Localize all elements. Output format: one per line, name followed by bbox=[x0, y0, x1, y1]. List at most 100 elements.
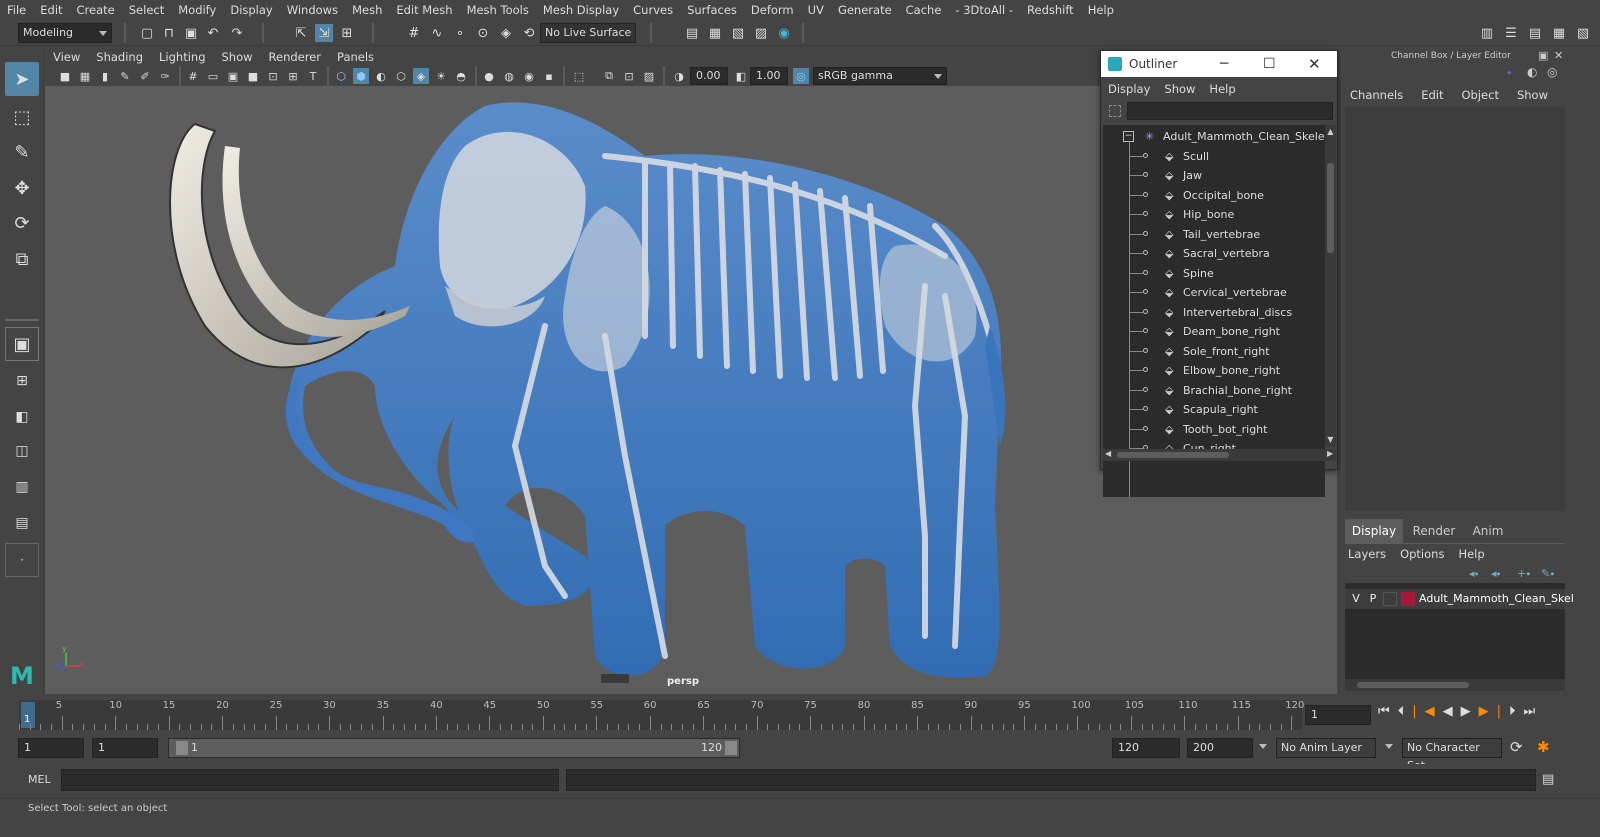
outliner-item[interactable]: ⬙ Jaw bbox=[1103, 166, 1325, 186]
layer-playback-toggle[interactable]: P bbox=[1366, 592, 1380, 605]
lights-icon[interactable]: ☀ bbox=[433, 68, 449, 84]
script-editor-icon[interactable]: ▤ bbox=[1542, 772, 1554, 787]
xray-icon[interactable]: ◈ bbox=[413, 68, 429, 84]
menu-windows[interactable]: Windows bbox=[280, 0, 345, 20]
outliner-item[interactable]: ⬙ Occipital_bone bbox=[1103, 186, 1325, 206]
wireframe-on-shaded-icon[interactable]: ⬡ bbox=[393, 68, 409, 84]
motion-blur-icon[interactable]: ◍ bbox=[501, 68, 517, 84]
render-frame-icon[interactable]: ▦ bbox=[706, 24, 724, 42]
scroll-left-icon[interactable]: ◀ bbox=[1105, 449, 1111, 458]
hypershade-icon[interactable]: ◉ bbox=[775, 24, 793, 42]
lasso-tool-icon[interactable]: ⬚ bbox=[5, 100, 39, 134]
outliner-item[interactable]: ⬙ Intervertebral_discs bbox=[1103, 303, 1325, 323]
layout-icon[interactable]: ▧ bbox=[1574, 24, 1592, 42]
float-icon[interactable]: ▣ bbox=[1538, 49, 1548, 62]
live-surface-field[interactable]: No Live Surface bbox=[540, 23, 636, 43]
outliner-item[interactable]: ⬙ Scull bbox=[1103, 147, 1325, 167]
gate-mask-icon[interactable]: ■ bbox=[245, 68, 261, 84]
colorspace-dropdown[interactable]: sRGB gamma bbox=[813, 67, 947, 85]
end-time-field[interactable]: 200 bbox=[1187, 738, 1253, 758]
chevron-down-icon[interactable] bbox=[1385, 744, 1393, 749]
render-settings-icon[interactable]: ▤ bbox=[683, 24, 701, 42]
start-time-field[interactable]: 1 bbox=[18, 738, 84, 758]
viewport-menu-lighting[interactable]: Lighting bbox=[151, 50, 213, 64]
outliner-item[interactable]: ⬙ Hip_bone bbox=[1103, 205, 1325, 225]
layer-color-swatch[interactable] bbox=[1401, 592, 1415, 606]
scale-tool-icon[interactable]: ⧉ bbox=[5, 242, 39, 276]
close-panel-icon[interactable]: ✕ bbox=[1554, 49, 1563, 62]
menu-uv[interactable]: UV bbox=[801, 0, 831, 20]
outliner-item[interactable]: ⬙ Sole_front_right bbox=[1103, 342, 1325, 362]
new-layer-icon[interactable]: +⬩ bbox=[1517, 567, 1530, 581]
maximize-icon[interactable]: ☐ bbox=[1263, 51, 1276, 77]
live-surface-icon[interactable]: ⟲ bbox=[520, 24, 538, 42]
ipr-render-icon[interactable]: ▧ bbox=[729, 24, 747, 42]
scroll-thumb[interactable] bbox=[1327, 163, 1334, 253]
viewport-menu-view[interactable]: View bbox=[45, 50, 88, 64]
step-forward-key-icon[interactable]: ⏵ bbox=[1509, 704, 1524, 719]
outliner-vertical-scrollbar[interactable]: ▲ ▼ bbox=[1325, 125, 1336, 447]
playback-start-field[interactable]: 1 bbox=[92, 738, 158, 758]
go-to-end-icon[interactable]: ⏭ bbox=[1523, 704, 1543, 719]
range-start-handle[interactable] bbox=[176, 741, 188, 755]
viewport-menu-renderer[interactable]: Renderer bbox=[261, 50, 330, 64]
menu-modify[interactable]: Modify bbox=[171, 0, 223, 20]
camera-attr-icon[interactable]: ▦ bbox=[77, 68, 93, 84]
layer-hscrollbar[interactable] bbox=[1345, 679, 1565, 691]
rotate-tool-icon[interactable]: ⟳ bbox=[5, 206, 39, 240]
filter-icon[interactable] bbox=[1109, 105, 1121, 117]
character-set-dropdown[interactable]: No Character Set bbox=[1402, 738, 1502, 772]
outliner-item[interactable]: ⬙ Deam_bone_right bbox=[1103, 322, 1325, 342]
safe-action-icon[interactable]: ⊞ bbox=[285, 68, 301, 84]
cmd-language-label[interactable]: MEL bbox=[28, 773, 51, 786]
camera-icon[interactable]: ■ bbox=[57, 68, 73, 84]
menu-3dtoall[interactable]: - 3DtoAll - bbox=[948, 0, 1020, 20]
channel-icon[interactable]: ⬩ bbox=[1507, 65, 1511, 80]
outliner-item[interactable]: ⬙ Sacral_vertebra bbox=[1103, 244, 1325, 264]
channel-icon[interactable]: ◐ bbox=[1527, 65, 1537, 79]
outliner-menu-display[interactable]: Display bbox=[1101, 82, 1157, 96]
gamma-icon[interactable]: ◧ bbox=[733, 68, 749, 84]
persp-uv-icon[interactable]: ▤ bbox=[5, 506, 39, 540]
tab-render[interactable]: Render bbox=[1405, 519, 1463, 543]
outliner-item[interactable]: ⬙ Scapula_right bbox=[1103, 400, 1325, 420]
layout-icon[interactable]: ▥ bbox=[1478, 24, 1496, 42]
step-back-key-icon[interactable]: ⏴ bbox=[1398, 704, 1413, 719]
menuset-dropdown[interactable]: Modeling bbox=[18, 23, 112, 43]
channelbox-menu-edit[interactable]: Edit bbox=[1412, 88, 1452, 102]
channelbox-menu-show[interactable]: Show bbox=[1508, 88, 1557, 102]
playback-end-field[interactable]: 120 bbox=[1112, 738, 1180, 758]
range-end-handle[interactable] bbox=[725, 741, 737, 755]
close-icon[interactable]: ✕ bbox=[1308, 51, 1321, 77]
layer-name[interactable]: Adult_Mammoth_Clean_Skel bbox=[1419, 592, 1574, 605]
color-management-icon[interactable]: ◎ bbox=[793, 68, 809, 84]
command-input[interactable] bbox=[61, 769, 559, 791]
viewport-menu-panels[interactable]: Panels bbox=[329, 50, 382, 64]
menu-edit[interactable]: Edit bbox=[33, 0, 69, 20]
image-plane-icon[interactable]: ✎ bbox=[117, 68, 133, 84]
smooth-shade-icon[interactable]: ⬢ bbox=[353, 68, 369, 84]
outliner-titlebar[interactable]: Outliner ─ ☐ ✕ bbox=[1101, 51, 1337, 77]
viewport-menu-shading[interactable]: Shading bbox=[88, 50, 151, 64]
menu-select[interactable]: Select bbox=[122, 0, 171, 20]
outliner-menu-show[interactable]: Show bbox=[1157, 82, 1202, 96]
single-view-icon[interactable]: ▣ bbox=[5, 327, 39, 361]
snap-curve-icon[interactable]: ∿ bbox=[428, 24, 446, 42]
layer-menu-help[interactable]: Help bbox=[1451, 547, 1491, 561]
menu-mesh-tools[interactable]: Mesh Tools bbox=[460, 0, 536, 20]
outliner-search-input[interactable] bbox=[1127, 102, 1333, 120]
render-view-icon[interactable]: ▨ bbox=[752, 24, 770, 42]
step-back-icon[interactable]: |◀ bbox=[1412, 704, 1442, 719]
scroll-thumb[interactable] bbox=[1357, 682, 1469, 688]
scroll-right-icon[interactable]: ▶ bbox=[1327, 449, 1333, 458]
chevron-down-icon[interactable] bbox=[1259, 744, 1267, 749]
scroll-thumb[interactable] bbox=[1117, 452, 1229, 458]
menu-mesh[interactable]: Mesh bbox=[345, 0, 389, 20]
viewport-menu-show[interactable]: Show bbox=[214, 50, 261, 64]
resolution-gate-icon[interactable]: ▣ bbox=[225, 68, 241, 84]
wireframe-icon[interactable]: ⬡ bbox=[333, 68, 349, 84]
auto-key-icon[interactable]: ⟳ bbox=[1510, 738, 1523, 756]
side-by-side-icon[interactable]: ◧ bbox=[5, 400, 39, 434]
menu-curves[interactable]: Curves bbox=[626, 0, 680, 20]
film-gate-icon[interactable]: ▭ bbox=[205, 68, 221, 84]
